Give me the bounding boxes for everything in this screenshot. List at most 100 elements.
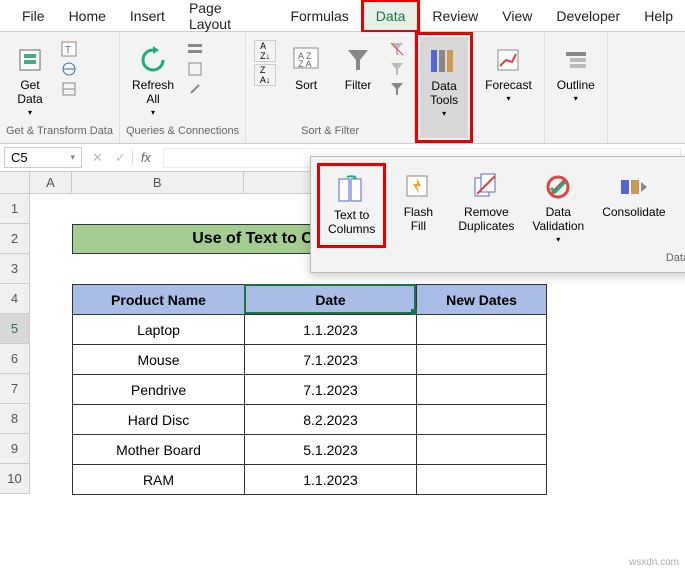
row-header[interactable]: 9 (0, 434, 30, 464)
consolidate-button[interactable]: Consolidate (594, 163, 673, 248)
row-header[interactable]: 10 (0, 464, 30, 494)
data-validation-button[interactable]: Data Validation ▾ (524, 163, 592, 248)
select-all-corner[interactable] (0, 172, 30, 193)
table-row[interactable]: Mouse7.1.2023 (73, 345, 547, 375)
cell[interactable]: Mouse (73, 345, 245, 375)
cell[interactable]: Pendrive (73, 375, 245, 405)
watermark: wsxdn.com (629, 557, 679, 568)
col-header-b[interactable]: B (72, 172, 244, 193)
row-header[interactable]: 8 (0, 404, 30, 434)
relationships-button[interactable] (676, 163, 685, 248)
cell[interactable]: RAM (73, 465, 245, 495)
table-row[interactable]: RAM1.1.2023 (73, 465, 547, 495)
data-validation-label: Data Validation (532, 205, 584, 233)
table-row[interactable]: Mother Board5.1.2023 (73, 435, 547, 465)
name-box[interactable]: C5 ▾ (4, 147, 82, 168)
row-header[interactable]: 7 (0, 374, 30, 404)
text-to-columns-icon (336, 174, 368, 206)
queries-icon[interactable] (186, 40, 204, 58)
get-data-icon (14, 44, 46, 76)
data-tools-label: Data Tools (430, 79, 458, 107)
cell[interactable] (417, 315, 547, 345)
row-header[interactable]: 3 (0, 254, 30, 284)
filter-button[interactable]: Filter (334, 36, 382, 125)
chevron-down-icon: ▾ (28, 108, 32, 117)
flash-fill-button[interactable]: Flash Fill (388, 163, 448, 248)
cell[interactable]: 8.2.2023 (245, 405, 417, 435)
refresh-all-button[interactable]: Refresh All ▾ (126, 36, 180, 125)
table-row[interactable]: Hard Disc8.2.2023 (73, 405, 547, 435)
cell[interactable] (417, 435, 547, 465)
cell[interactable]: Mother Board (73, 435, 245, 465)
svg-text:Z A: Z A (298, 59, 312, 69)
sort-asc-icon[interactable]: AZ↓ (254, 40, 276, 62)
outline-button[interactable]: Outline ▾ (551, 36, 601, 107)
from-text-icon[interactable]: T (60, 40, 78, 58)
col-header-a[interactable]: A (30, 172, 72, 193)
advanced-icon[interactable] (388, 80, 406, 98)
refresh-icon (137, 44, 169, 76)
refresh-label: Refresh All (132, 78, 174, 106)
data-tools-button[interactable]: Data Tools ▾ (420, 37, 468, 138)
forecast-button[interactable]: Forecast ▾ (479, 36, 538, 107)
row-header[interactable]: 2 (0, 224, 30, 254)
group-queries: Refresh All ▾ Queries & Connections (120, 32, 246, 143)
edit-links-icon[interactable] (186, 80, 204, 98)
cancel-icon[interactable]: ✕ (86, 150, 109, 166)
cell[interactable]: 1.1.2023 (245, 465, 417, 495)
group-data-tools: Data Tools ▾ (415, 32, 473, 143)
text-to-columns-label: Text to Columns (328, 208, 375, 236)
filter-icon (342, 44, 374, 76)
cell[interactable]: Laptop (73, 315, 245, 345)
queries-stack (184, 36, 206, 125)
cell[interactable]: 1.1.2023 (245, 315, 417, 345)
filter-label: Filter (345, 78, 372, 92)
fx-button[interactable]: fx (132, 150, 159, 165)
cell[interactable]: 7.1.2023 (245, 345, 417, 375)
cell[interactable] (417, 375, 547, 405)
table-row[interactable]: Pendrive7.1.2023 (73, 375, 547, 405)
table-header-row: Product Name Date New Dates (73, 285, 547, 315)
menu-home[interactable]: Home (57, 2, 118, 30)
row-header[interactable]: 4 (0, 284, 30, 314)
remove-duplicates-button[interactable]: Remove Duplicates (450, 163, 522, 248)
header-new-dates: New Dates (417, 285, 547, 315)
reapply-icon[interactable] (388, 60, 406, 78)
menu-help[interactable]: Help (632, 2, 685, 30)
cell[interactable]: Hard Disc (73, 405, 245, 435)
menu-developer[interactable]: Developer (544, 2, 632, 30)
menu-file[interactable]: File (10, 2, 57, 30)
get-data-button[interactable]: Get Data ▾ (6, 36, 54, 125)
data-table: Product Name Date New Dates Laptop1.1.20… (72, 284, 547, 495)
group-forecast: Forecast ▾ (473, 32, 545, 143)
cell[interactable]: 7.1.2023 (245, 375, 417, 405)
get-transform-stack: T (58, 36, 80, 125)
cell[interactable] (417, 465, 547, 495)
enter-icon[interactable]: ✓ (109, 150, 132, 166)
row-header[interactable]: 1 (0, 194, 30, 224)
sort-button[interactable]: A ZZ A Sort (282, 36, 330, 125)
from-table-icon[interactable] (60, 80, 78, 98)
properties-icon[interactable] (186, 60, 204, 78)
menu-view[interactable]: View (490, 2, 544, 30)
row-header[interactable]: 5 (0, 314, 30, 344)
consolidate-label: Consolidate (602, 205, 665, 219)
svg-text:T: T (65, 45, 71, 56)
menu-bar: File Home Insert Page Layout Formulas Da… (0, 0, 685, 32)
menu-data[interactable]: Data (361, 0, 421, 33)
text-to-columns-button[interactable]: Text to Columns (317, 163, 386, 248)
table-row[interactable]: Laptop1.1.2023 (73, 315, 547, 345)
menu-review[interactable]: Review (420, 2, 490, 30)
clear-filter-icon[interactable] (388, 40, 406, 58)
cell[interactable] (417, 345, 547, 375)
cell[interactable]: 5.1.2023 (245, 435, 417, 465)
row-header[interactable]: 6 (0, 344, 30, 374)
menu-insert[interactable]: Insert (118, 2, 177, 30)
forecast-label: Forecast (485, 78, 532, 92)
outline-label: Outline (557, 78, 595, 92)
menu-formulas[interactable]: Formulas (278, 2, 360, 30)
sort-desc-icon[interactable]: ZA↓ (254, 64, 276, 86)
cell[interactable] (417, 405, 547, 435)
from-web-icon[interactable] (60, 60, 78, 78)
group-queries-title: Queries & Connections (126, 125, 239, 139)
